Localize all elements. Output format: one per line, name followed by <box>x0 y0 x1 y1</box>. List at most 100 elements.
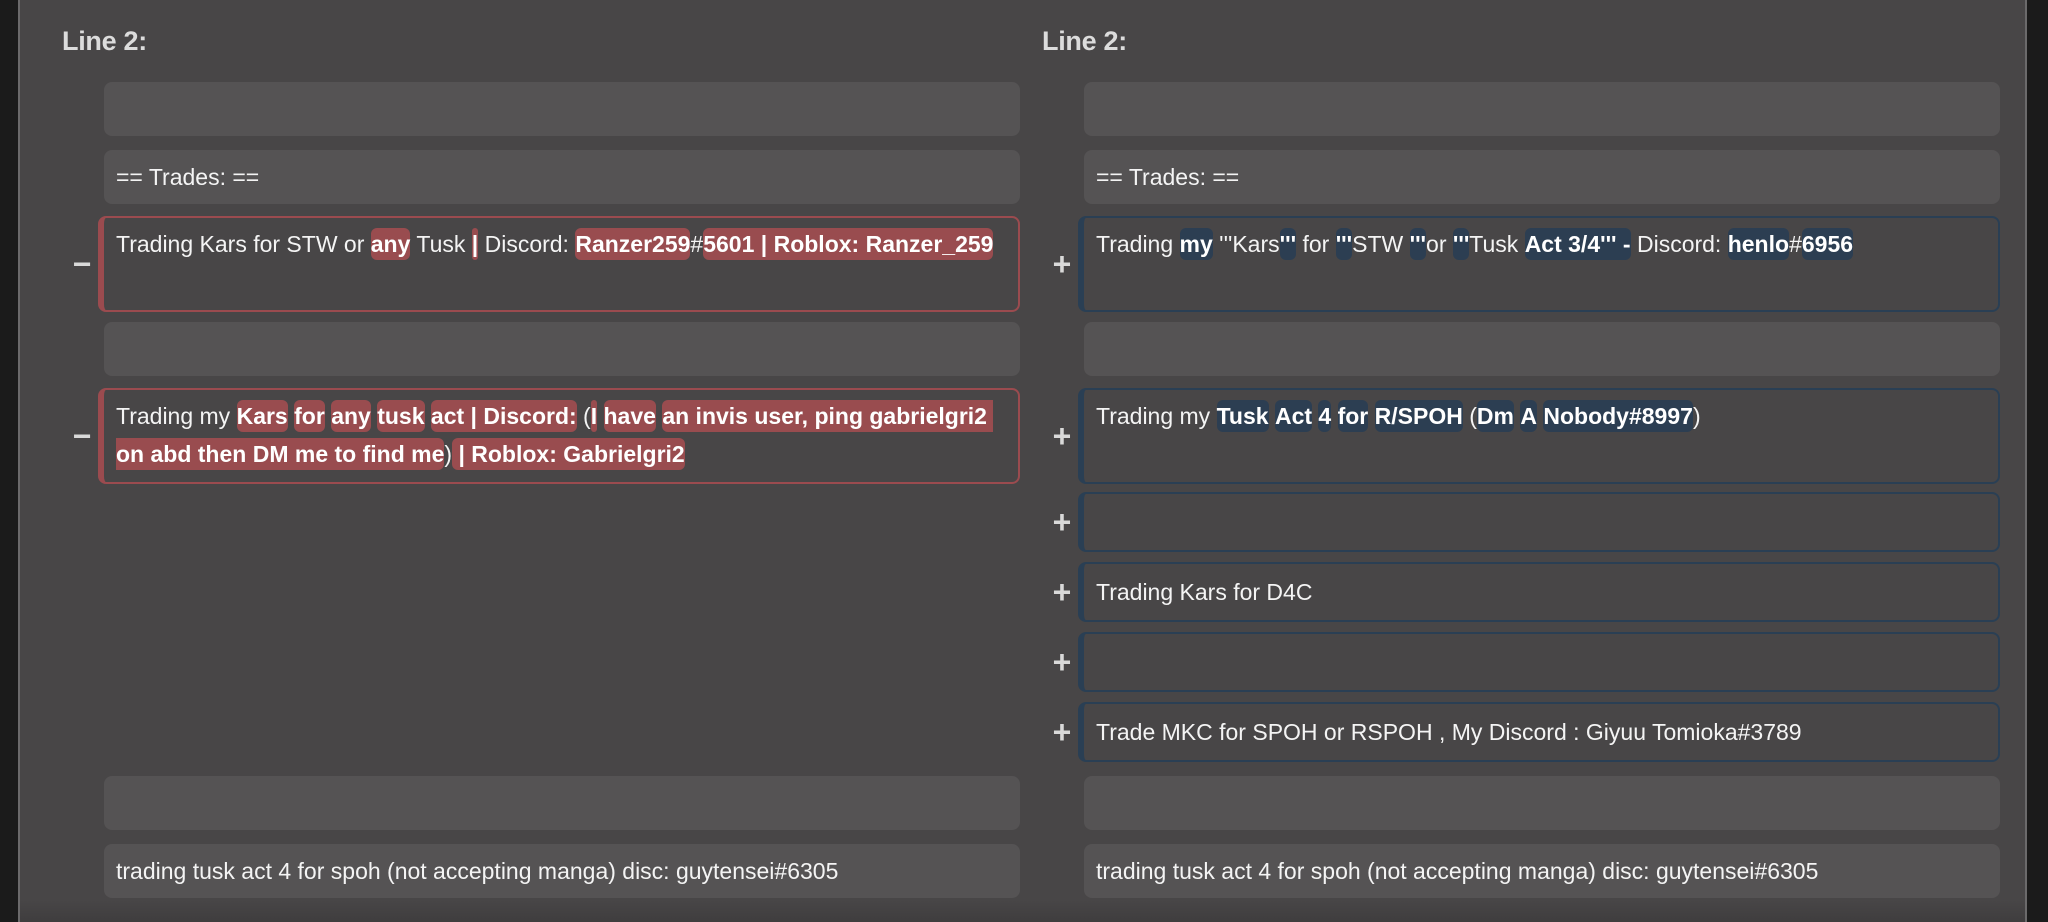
line-content: Trade MKC for SPOH or RSPOH , My Discord… <box>1078 702 2000 762</box>
changed-text: any <box>331 400 371 432</box>
changed-text: Kars <box>236 400 288 432</box>
context-line <box>62 776 1042 830</box>
changed-text: Nobody#8997 <box>1543 400 1693 432</box>
context-line: == Trades: == <box>1042 150 2022 204</box>
added-line: + Trading my '''Kars''' for '''STW '''or … <box>1042 216 2022 312</box>
changed-text: | Roblox: Gabrielgri2 <box>452 438 685 470</box>
text-segment: == Trades: == <box>116 164 260 190</box>
text-segment: # <box>690 231 704 257</box>
line-content: == Trades: == <box>1084 150 2000 204</box>
text-segment <box>1331 403 1337 429</box>
minus-icon: − <box>72 246 92 282</box>
text-segment: Tusk <box>410 231 472 257</box>
changed-text: 6956 <box>1801 228 1854 260</box>
added-line: + Trade MKC for SPOH or RSPOH , My Discor… <box>1042 702 2022 762</box>
deleted-line: − Trading Kars for STW or any Tusk | Disc… <box>62 216 1042 312</box>
line-content <box>104 82 1020 136</box>
context-line <box>1042 322 2022 376</box>
line-content: Trading my Tusk Act 4 for R/SPOH (Dm A N… <box>1078 388 2000 484</box>
line-content: trading tusk act 4 for spoh (not accepti… <box>104 844 1020 898</box>
added-line: + Trading Kars for D4C <box>1042 562 2022 622</box>
changed-text: henlo <box>1727 228 1790 260</box>
changed-text: Act 3/4''' - <box>1524 228 1631 260</box>
line-content <box>1084 322 2000 376</box>
plus-icon: + <box>1052 418 1072 454</box>
changed-text: tusk <box>377 400 425 432</box>
text-segment: ) <box>444 441 453 467</box>
text-segment: Tusk <box>1469 231 1525 257</box>
line-content <box>1078 632 2000 692</box>
changed-text: for <box>1337 400 1369 432</box>
text-segment: trading tusk act 4 for spoh (not accepti… <box>1096 858 1819 884</box>
deleted-line: − Trading my Kars for any tusk act | Disc… <box>62 388 1042 484</box>
text-segment: == Trades: == <box>1096 164 1240 190</box>
changed-text: ''' <box>1409 228 1427 260</box>
column-title-old: Line 2: <box>62 26 147 56</box>
diff-panel: Line 2: == Trades: == − Trading Kars for S… <box>18 0 2027 922</box>
changed-text: 5601 | Roblox: Ranzer_259 <box>703 228 994 260</box>
text-segment: Trading Kars for STW or <box>116 231 371 257</box>
line-content: Trading my '''Kars''' for '''STW '''or '… <box>1078 216 2000 312</box>
line-content <box>1084 776 2000 830</box>
changed-text: have <box>603 400 656 432</box>
context-line: trading tusk act 4 for spoh (not accepti… <box>62 844 1042 898</box>
text-segment <box>1269 403 1275 429</box>
text-segment: STW <box>1352 231 1410 257</box>
text-segment: ( <box>1462 403 1477 429</box>
column-title-new: Line 2: <box>1042 26 1127 56</box>
changed-text: Act <box>1274 400 1313 432</box>
changed-text: ''' <box>1335 228 1353 260</box>
line-content: trading tusk act 4 for spoh (not accepti… <box>1084 844 2000 898</box>
plus-icon: + <box>1052 504 1072 540</box>
plus-icon: + <box>1052 714 1072 750</box>
context-line <box>1042 82 2022 136</box>
line-content <box>1084 82 2000 136</box>
text-segment: # <box>1789 231 1802 257</box>
plus-icon: + <box>1052 246 1072 282</box>
text-segment: ) <box>1692 403 1701 429</box>
text-segment <box>597 403 603 429</box>
context-line: trading tusk act 4 for spoh (not accepti… <box>1042 844 2022 898</box>
text-segment: Discord: <box>1630 231 1728 257</box>
plus-icon: + <box>1052 574 1072 610</box>
context-line <box>1042 776 2022 830</box>
changed-text: Ranzer259 <box>575 228 691 260</box>
text-segment <box>1368 403 1374 429</box>
text-segment: Trading my <box>116 403 237 429</box>
line-content: Trading Kars for D4C <box>1078 562 2000 622</box>
context-line <box>62 322 1042 376</box>
context-line <box>62 82 1042 136</box>
text-segment: trading tusk act 4 for spoh (not accepti… <box>116 858 839 884</box>
text-segment: ( <box>576 403 591 429</box>
added-line: + <box>1042 632 2022 692</box>
text-segment: Trading Kars for D4C <box>1096 579 1313 605</box>
text-segment: Trading my <box>1096 403 1217 429</box>
text-segment: for <box>1296 231 1336 257</box>
context-line: == Trades: == <box>62 150 1042 204</box>
text-segment <box>425 403 431 429</box>
added-line: + <box>1042 492 2022 552</box>
text-segment: '''Kars <box>1212 231 1280 257</box>
changed-text: ''' <box>1452 228 1470 260</box>
changed-text: ''' <box>1279 228 1297 260</box>
plus-icon: + <box>1052 644 1072 680</box>
changed-text: Dm <box>1476 400 1514 432</box>
line-content <box>104 322 1020 376</box>
changed-text: 4 <box>1318 400 1332 432</box>
text-segment: Discord: <box>478 231 576 257</box>
line-content: == Trades: == <box>104 150 1020 204</box>
changed-text: A <box>1520 400 1537 432</box>
line-content <box>1078 492 2000 552</box>
changed-text: Tusk <box>1216 400 1269 432</box>
changed-text: act | Discord: <box>430 400 577 432</box>
text-segment: Trading <box>1096 231 1180 257</box>
line-content: Trading my Kars for any tusk act | Disco… <box>98 388 1020 484</box>
text-segment: Trade MKC for SPOH or RSPOH , My Discord… <box>1096 719 1802 745</box>
minus-icon: − <box>72 418 92 454</box>
added-line: + Trading my Tusk Act 4 for R/SPOH (Dm A … <box>1042 388 2022 484</box>
changed-text: my <box>1179 228 1213 260</box>
text-segment: or <box>1426 231 1453 257</box>
changed-text: R/SPOH <box>1374 400 1463 432</box>
changed-text: any <box>370 228 411 260</box>
line-content <box>104 776 1020 830</box>
